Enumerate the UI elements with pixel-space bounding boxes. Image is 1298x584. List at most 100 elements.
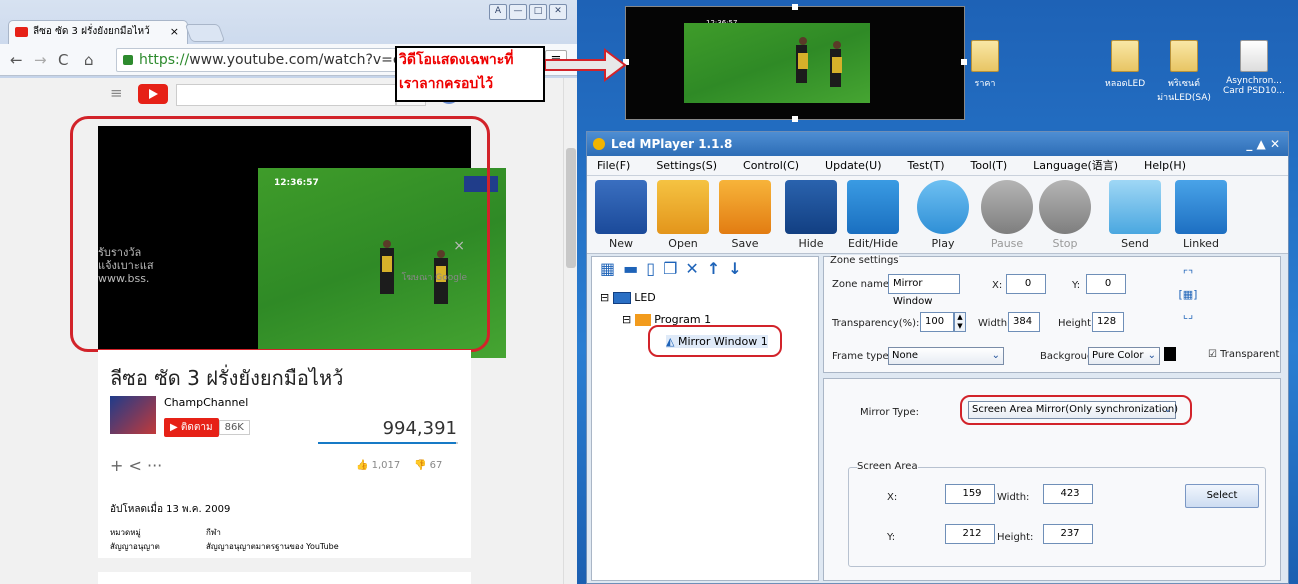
back-icon[interactable]: ← (10, 51, 23, 69)
video-metadata: ลีซอ ซัด 3 ฝรั่งยังยกมือไหว้ ChampChanne… (98, 350, 471, 460)
area-height-input[interactable]: 237 (1043, 524, 1093, 544)
tab-close-icon[interactable]: × (170, 21, 179, 43)
edit-hide-button[interactable]: Edit/Hide (845, 180, 901, 250)
app-icon (593, 138, 605, 150)
move-up-icon[interactable]: ↑ (707, 259, 728, 278)
subscribe-button[interactable]: ▶ ติดตาม (164, 418, 219, 437)
action-icons[interactable]: + < ··· (110, 456, 162, 475)
tree-toolbar: ▦▬▯❐✕↑↓ (592, 257, 818, 281)
resize-handle[interactable] (961, 59, 967, 65)
video-actions: + < ··· 👍 1,017 👎 67 (98, 448, 471, 488)
tree-node-led[interactable]: ⊟ LED (600, 291, 656, 304)
program-add-icon[interactable]: ▬ (623, 259, 646, 278)
screen-add-icon[interactable]: ▦ (600, 259, 623, 278)
desktop-icon[interactable]: พริเซนต์ม่านLED(SA) (1156, 40, 1212, 104)
channel-name[interactable]: ChampChannel (164, 396, 248, 409)
guide-menu-icon[interactable]: ≡ (110, 84, 123, 102)
like-button[interactable]: 👍 1,017 (356, 460, 400, 471)
subscribe-widget[interactable]: ▶ ติดตาม 86K (164, 418, 250, 437)
page-scrollbar[interactable] (563, 78, 577, 584)
frame-type-select[interactable]: None ⌄ (888, 347, 1004, 365)
minimize-button[interactable]: — (509, 4, 527, 20)
mirror-video-frame (684, 23, 870, 103)
stop-button[interactable]: Stop (1037, 180, 1093, 250)
area-height-label: Height: (997, 532, 1034, 543)
transparency-input[interactable]: 100 (920, 312, 954, 332)
open-button[interactable]: Open (655, 180, 711, 250)
menu-control[interactable]: Control(C) (743, 156, 799, 176)
pause-button[interactable]: Pause (979, 180, 1035, 250)
new-button[interactable]: New (593, 180, 649, 250)
copy-icon[interactable]: ❐ (663, 259, 685, 278)
window-controls[interactable]: _ ▲ ✕ (1246, 132, 1280, 156)
width-input[interactable]: 384 (1008, 312, 1040, 332)
menu-file[interactable]: File(F) (597, 156, 630, 176)
publish-date: อัปโหลดเมื่อ 13 พ.ค. 2009 (110, 504, 231, 515)
menu-settings[interactable]: Settings(S) (656, 156, 717, 176)
maximize-button[interactable]: □ (529, 4, 547, 20)
category-label: หมวดหมู่ (110, 528, 141, 537)
area-y-input[interactable]: 212 (945, 524, 995, 544)
resize-handle[interactable] (792, 4, 798, 10)
new-tab-button[interactable] (184, 24, 226, 42)
menu-tool[interactable]: Tool(T) (971, 156, 1008, 176)
alignment-picker[interactable]: ⌜⌝ [▦] ⌞⌟ (1168, 265, 1208, 327)
profile-button[interactable]: A (489, 4, 507, 20)
led-mplayer-window: Led MPlayer 1.1.8 _ ▲ ✕ File(F) Settings(… (586, 131, 1289, 584)
zone-settings-title: Zone settings (830, 255, 899, 266)
tab-title: ลีซอ ซัด 3 ฝรั่งยังยกมือไหว้ (33, 26, 150, 37)
youtube-logo-icon[interactable] (138, 84, 168, 104)
color-swatch[interactable] (1164, 347, 1176, 361)
stop-label: Stop (1052, 237, 1078, 250)
search-input[interactable] (176, 84, 396, 106)
close-button[interactable]: ✕ (549, 4, 567, 20)
zone-name-input[interactable]: Mirror Window (888, 274, 960, 307)
folder-open-icon (657, 180, 709, 234)
video-description: อัปโหลดเมื่อ 13 พ.ค. 2009 หมวดหมู่ กีฬา … (98, 488, 471, 558)
forward-icon[interactable]: → (34, 51, 47, 69)
move-down-icon[interactable]: ↓ (728, 259, 749, 278)
pause-label: Pause (990, 237, 1024, 250)
desktop-icon[interactable]: ราคา (957, 40, 1013, 90)
home-icon[interactable]: ⌂ (84, 51, 94, 69)
select-button[interactable]: Select (1185, 484, 1259, 508)
checkbox-checked-icon: ☑ (1208, 349, 1221, 360)
desktop-icon[interactable]: Asynchron... Card PSD10... (1217, 40, 1291, 96)
browser-tab[interactable]: ลีซอ ซัด 3 ฝรั่งยังยกมือไหว้ × (8, 20, 188, 44)
play-button[interactable]: Play (915, 180, 971, 250)
like-ratio-bar (318, 442, 458, 444)
dislike-button[interactable]: 👎 67 (414, 460, 442, 471)
transparent-checkbox[interactable]: ☑ Transparent (1208, 349, 1279, 360)
x-input[interactable]: 0 (1006, 274, 1046, 294)
height-input[interactable]: 128 (1092, 312, 1124, 332)
area-width-input[interactable]: 423 (1043, 484, 1093, 504)
send-label: Send (1121, 237, 1149, 250)
category-value[interactable]: กีฬา (206, 526, 221, 539)
area-x-input[interactable]: 159 (945, 484, 995, 504)
resize-handle[interactable] (792, 116, 798, 122)
send-button[interactable]: Send (1107, 180, 1163, 250)
led-toolbar: New Open Save Hide Edit/Hide Play Pause … (587, 176, 1288, 254)
transparency-spinner[interactable]: ▲ ▼ (954, 312, 966, 332)
window-controls: A — □ ✕ (489, 4, 567, 20)
menu-help[interactable]: Help(H) (1144, 156, 1186, 176)
desktop-icon[interactable]: หลอดLED (1097, 40, 1153, 90)
channel-avatar[interactable] (110, 396, 156, 434)
menu-language[interactable]: Language(语言) (1033, 156, 1118, 176)
page-add-icon[interactable]: ▯ (646, 259, 663, 278)
led-titlebar: Led MPlayer 1.1.8 _ ▲ ✕ (587, 132, 1288, 156)
scrollbar-thumb[interactable] (566, 148, 576, 268)
menu-test[interactable]: Test(T) (908, 156, 945, 176)
background-select[interactable]: Pure Color ⌄ (1088, 347, 1160, 365)
hide-button[interactable]: Hide (783, 180, 839, 250)
menu-update[interactable]: Update(U) (825, 156, 881, 176)
player-figure (830, 41, 842, 87)
reload-icon[interactable]: C (58, 51, 68, 69)
y-input[interactable]: 0 (1086, 274, 1126, 294)
save-button[interactable]: Save (717, 180, 773, 250)
url-scheme: https:// (139, 52, 190, 68)
license-value: สัญญาอนุญาตมาตรฐานของ YouTube (206, 542, 339, 551)
save-label: Save (731, 237, 759, 250)
delete-icon[interactable]: ✕ (685, 259, 706, 278)
linked-button[interactable]: Linked (1173, 180, 1229, 250)
